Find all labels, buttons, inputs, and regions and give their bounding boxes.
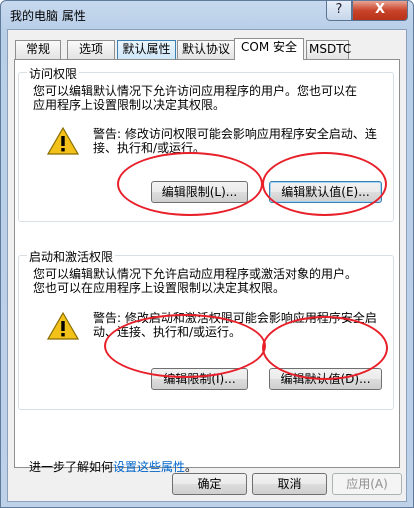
tab-msdtc[interactable]: MSDTC [306, 40, 351, 59]
launch-permissions-title: 启动和激活权限 [27, 248, 116, 265]
launch-warning-text: 警告: 修改启动和激活权限可能会影响应用程序安全启动、连接、执行和/或运行。 [93, 311, 377, 339]
properties-window: 我的电脑 属性 ? X 常规 选项 默认属性 默认协议 COM 安全 MSDTC… [0, 0, 414, 508]
set-properties-link[interactable]: 设置这些属性 [113, 460, 185, 474]
ok-button[interactable]: 确定 [172, 473, 247, 495]
access-warning-text: 警告: 修改访问权限可能会影响应用程序安全启动、连接、执行和/或运行。 [93, 127, 377, 155]
edit-access-default-button[interactable]: 编辑默认值(E)... [269, 181, 382, 203]
dialog-client-area: 常规 选项 默认属性 默认协议 COM 安全 MSDTC 访问权限 您可以编辑默… [7, 29, 407, 502]
edit-launch-limits-button[interactable]: 编辑限制(I)... [151, 368, 248, 390]
access-permissions-title: 访问权限 [27, 65, 80, 82]
launch-permissions-group: 启动和激活权限 您可以编辑默认情况下允许启动应用程序或激活对象的用户。您也可以在… [18, 248, 394, 410]
cancel-button[interactable]: 取消 [252, 473, 327, 495]
learn-more-suffix: 。 [185, 460, 198, 474]
access-description: 您可以编辑默认情况下允许访问应用程序的用户。您也可以在应用程序上设置限制以决定其… [33, 84, 358, 112]
access-permissions-group: 访问权限 您可以编辑默认情况下允许访问应用程序的用户。您也可以在应用程序上设置限… [18, 65, 394, 222]
edit-launch-default-button[interactable]: 编辑默认值(D)... [269, 368, 382, 390]
tab-options[interactable]: 选项 [67, 40, 115, 59]
learn-more-line: 进一步了解如何设置这些属性。 [29, 458, 197, 475]
tab-com-security[interactable]: COM 安全 [234, 38, 304, 60]
window-title: 我的电脑 属性 [10, 9, 86, 23]
tab-default-properties[interactable]: 默认属性 [117, 40, 176, 59]
edit-access-limits-button[interactable]: 编辑限制(L)... [151, 181, 248, 203]
tab-default-protocols[interactable]: 默认协议 [177, 40, 235, 59]
com-security-panel: 访问权限 您可以编辑默认情况下允许访问应用程序的用户。您也可以在应用程序上设置限… [14, 59, 400, 474]
apply-button[interactable]: 应用(A) [332, 473, 402, 495]
help-icon: ? [335, 2, 343, 17]
learn-more-prefix: 进一步了解如何 [29, 460, 114, 474]
tab-general[interactable]: 常规 [15, 40, 61, 59]
warning-icon [47, 312, 79, 340]
help-button[interactable]: ? [326, 1, 352, 21]
launch-description: 您可以编辑默认情况下允许启动应用程序或激活对象的用户。您也可以在应用程序上设置限… [33, 267, 358, 295]
title-bar[interactable]: 我的电脑 属性 ? X [1, 1, 413, 29]
close-button[interactable]: X [352, 1, 408, 21]
warning-icon [47, 127, 79, 155]
close-icon: X [374, 2, 386, 17]
